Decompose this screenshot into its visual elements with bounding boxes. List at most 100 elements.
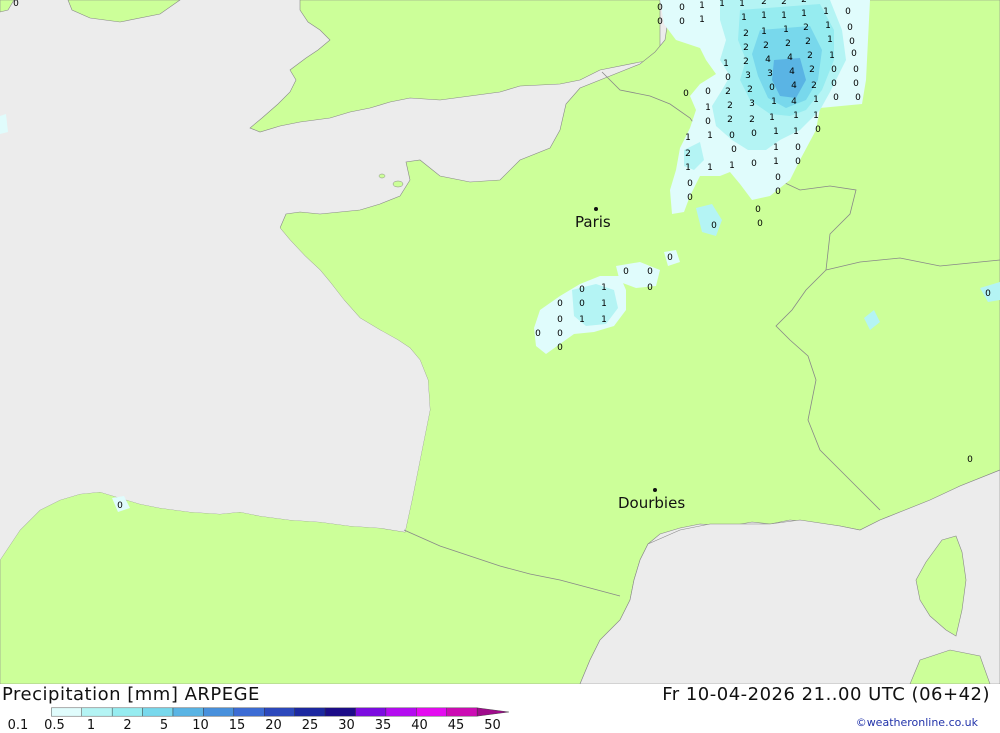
island [378,173,386,179]
scale-box [264,707,295,717]
scale-box [111,707,143,717]
svg-text:1: 1 [761,11,767,21]
scale-labels: 0.1 0.5 1 2 5 10 15 20 25 30 35 40 45 50 [0,718,520,733]
scale-label: 0.1 [7,718,29,733]
svg-text:0: 0 [687,193,693,203]
svg-text:2: 2 [725,87,731,97]
svg-text:0: 0 [623,267,629,277]
svg-text:0: 0 [831,79,837,89]
scale-label: 30 [338,718,355,733]
svg-text:0: 0 [985,289,991,299]
svg-text:1: 1 [769,113,775,123]
scale-box [385,707,417,717]
svg-text:1: 1 [793,111,799,121]
svg-text:2: 2 [749,115,755,125]
svg-text:2: 2 [761,0,767,7]
svg-text:3: 3 [745,71,751,81]
svg-text:1: 1 [827,35,833,45]
svg-text:0: 0 [657,3,663,13]
svg-text:1: 1 [773,143,779,153]
svg-text:2: 2 [727,115,733,125]
svg-text:4: 4 [791,97,797,107]
svg-text:2: 2 [781,0,787,7]
scale-label: 5 [159,718,169,733]
svg-text:0: 0 [647,267,653,277]
svg-text:0: 0 [657,17,663,27]
svg-text:1: 1 [823,7,829,17]
svg-text:0: 0 [751,129,757,139]
svg-text:0: 0 [853,79,859,89]
svg-text:2: 2 [743,57,749,67]
scale-label: 50 [484,718,501,733]
scale-box [172,707,204,717]
svg-text:0: 0 [535,329,541,339]
svg-text:1: 1 [699,15,705,25]
svg-text:4: 4 [789,67,795,77]
scale-box [324,707,356,717]
scale-box [51,707,82,717]
scale-box [142,707,174,717]
svg-text:0: 0 [775,173,781,183]
svg-text:0: 0 [845,7,851,17]
svg-text:1: 1 [601,315,607,325]
svg-text:0: 0 [967,455,973,465]
svg-text:0: 0 [557,315,563,325]
city-label: Dourbies [618,494,685,512]
scale-box [416,707,447,717]
svg-text:0: 0 [579,285,585,295]
svg-text:2: 2 [809,65,815,75]
island [392,180,404,188]
svg-text:0: 0 [557,329,563,339]
svg-text:1: 1 [719,0,725,9]
svg-text:0: 0 [755,205,761,215]
credit: ©weatheronline.co.uk [855,716,978,729]
precipitation-color-scale [51,707,509,717]
svg-text:1: 1 [813,95,819,105]
svg-text:1: 1 [825,21,831,31]
svg-text:0: 0 [557,343,563,353]
svg-text:1: 1 [741,13,747,23]
svg-text:1: 1 [829,51,835,61]
scale-label: 15 [228,718,246,733]
svg-text:1: 1 [813,111,819,121]
svg-text:0: 0 [557,299,563,309]
svg-text:0: 0 [579,299,585,309]
svg-text:1: 1 [685,163,691,173]
svg-text:0: 0 [13,0,19,9]
svg-text:2: 2 [743,29,749,39]
svg-text:0: 0 [705,117,711,127]
svg-text:2: 2 [807,51,813,61]
scale-box [81,707,113,717]
svg-text:2: 2 [747,85,753,95]
scale-box [355,707,387,717]
map-title: Precipitation [mm] ARPEGE [2,684,260,705]
scale-label: 1 [86,718,96,733]
scale-label: 35 [374,718,392,733]
svg-text:2: 2 [743,43,749,53]
svg-text:1: 1 [793,127,799,137]
svg-text:0: 0 [705,87,711,97]
scale-label: 40 [411,718,428,733]
svg-text:4: 4 [787,53,793,63]
svg-text:1: 1 [761,27,767,37]
svg-text:2: 2 [727,101,733,111]
svg-text:1: 1 [707,163,713,173]
svg-text:1: 1 [781,11,787,21]
svg-text:0: 0 [751,159,757,169]
svg-text:4: 4 [765,55,771,65]
svg-text:0: 0 [849,37,855,47]
svg-text:0: 0 [667,253,673,263]
svg-text:0: 0 [769,83,775,93]
scale-label: 25 [301,718,319,733]
svg-text:1: 1 [601,283,607,293]
scale-label: 10 [192,718,209,733]
city-label: Paris [575,213,611,231]
svg-text:1: 1 [685,133,691,143]
svg-text:0: 0 [731,145,737,155]
city-marker [594,207,598,211]
svg-text:0: 0 [795,157,801,167]
svg-text:1: 1 [773,157,779,167]
svg-text:4: 4 [791,81,797,91]
svg-text:1: 1 [729,161,735,171]
svg-text:0: 0 [815,125,821,135]
